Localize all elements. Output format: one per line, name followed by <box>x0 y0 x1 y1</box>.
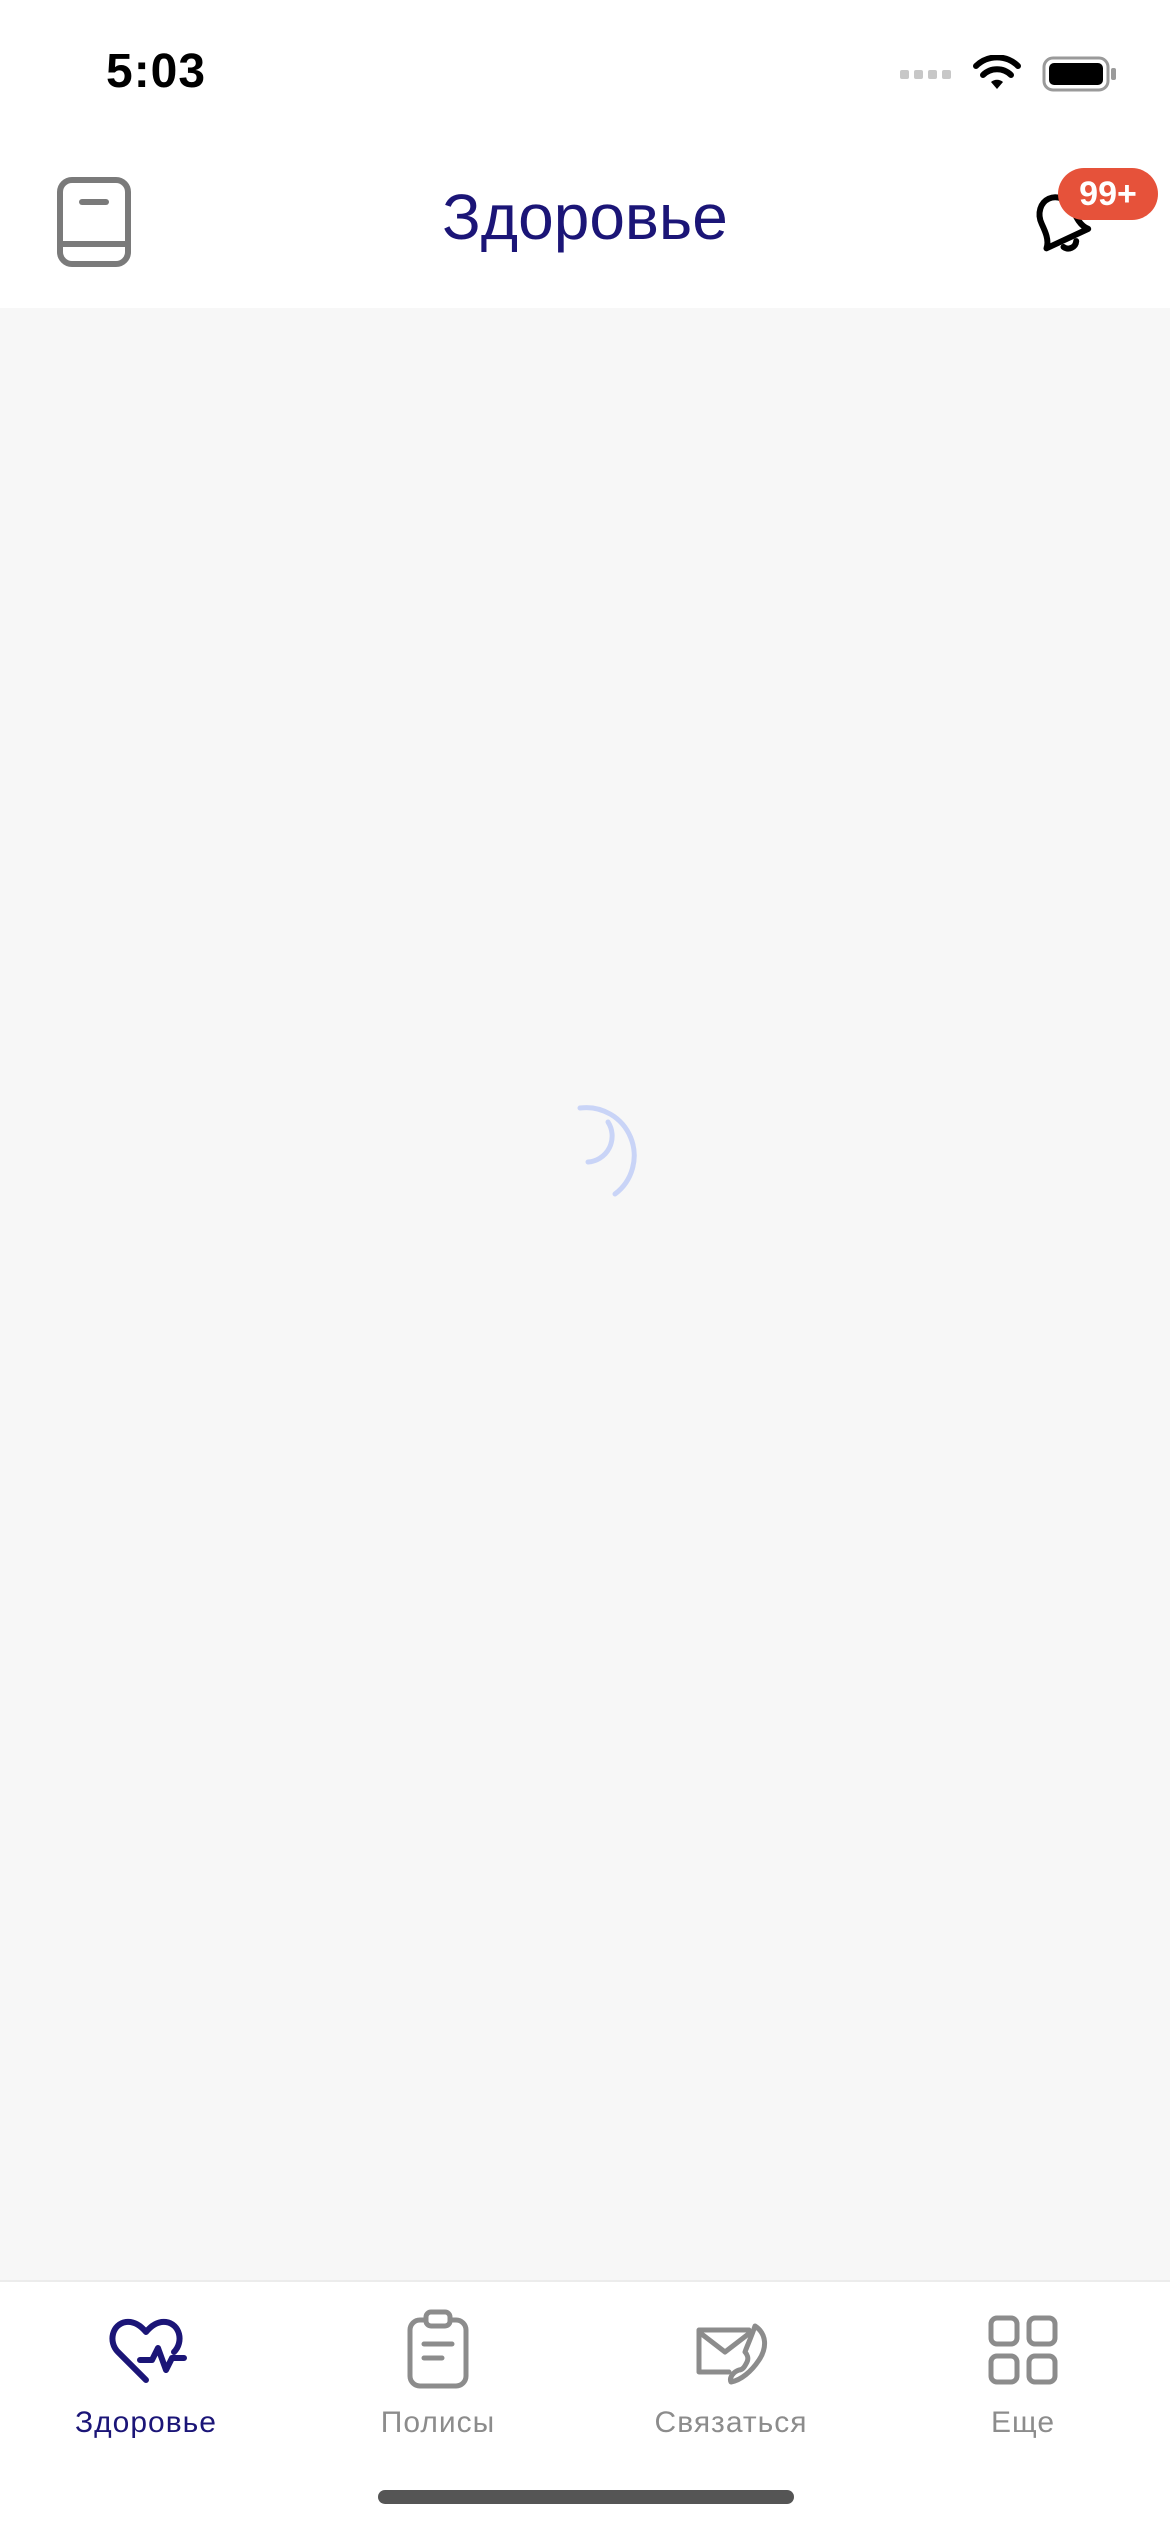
app-header: Здоровье <box>0 140 1170 308</box>
page-title: Здоровье <box>442 181 728 253</box>
tab-label: Связаться <box>654 2406 808 2439</box>
cellular-signal-icon <box>900 70 951 79</box>
tab-health[interactable]: Здоровье <box>0 2300 292 2440</box>
notifications-badge: 99+ <box>1058 168 1158 220</box>
heart-pulse-icon <box>109 2318 187 2383</box>
tab-label: Еще <box>990 2406 1056 2439</box>
wifi-icon <box>973 55 1021 89</box>
tab-contact[interactable]: Связаться <box>585 2300 877 2440</box>
main-content <box>0 308 1170 2280</box>
status-bar: 5:03 <box>0 0 1170 140</box>
envelope-phone-icon <box>696 2323 767 2385</box>
home-indicator[interactable] <box>378 2490 794 2504</box>
screen: 5:03 Здоровье 99+ Здоровье Полисы Связат… <box>0 0 1170 2532</box>
tab-more[interactable]: Еще <box>877 2300 1169 2440</box>
status-time: 5:03 <box>106 45 207 98</box>
status-icons <box>900 50 1118 98</box>
clipboard-icon <box>407 2309 469 2389</box>
loading-spinner-icon <box>577 1105 637 1197</box>
tab-label: Здоровье <box>75 2406 217 2439</box>
tab-label: Полисы <box>380 2406 496 2439</box>
tab-policies[interactable]: Полисы <box>292 2300 584 2440</box>
battery-icon <box>1042 56 1116 92</box>
grid-icon <box>988 2315 1058 2385</box>
